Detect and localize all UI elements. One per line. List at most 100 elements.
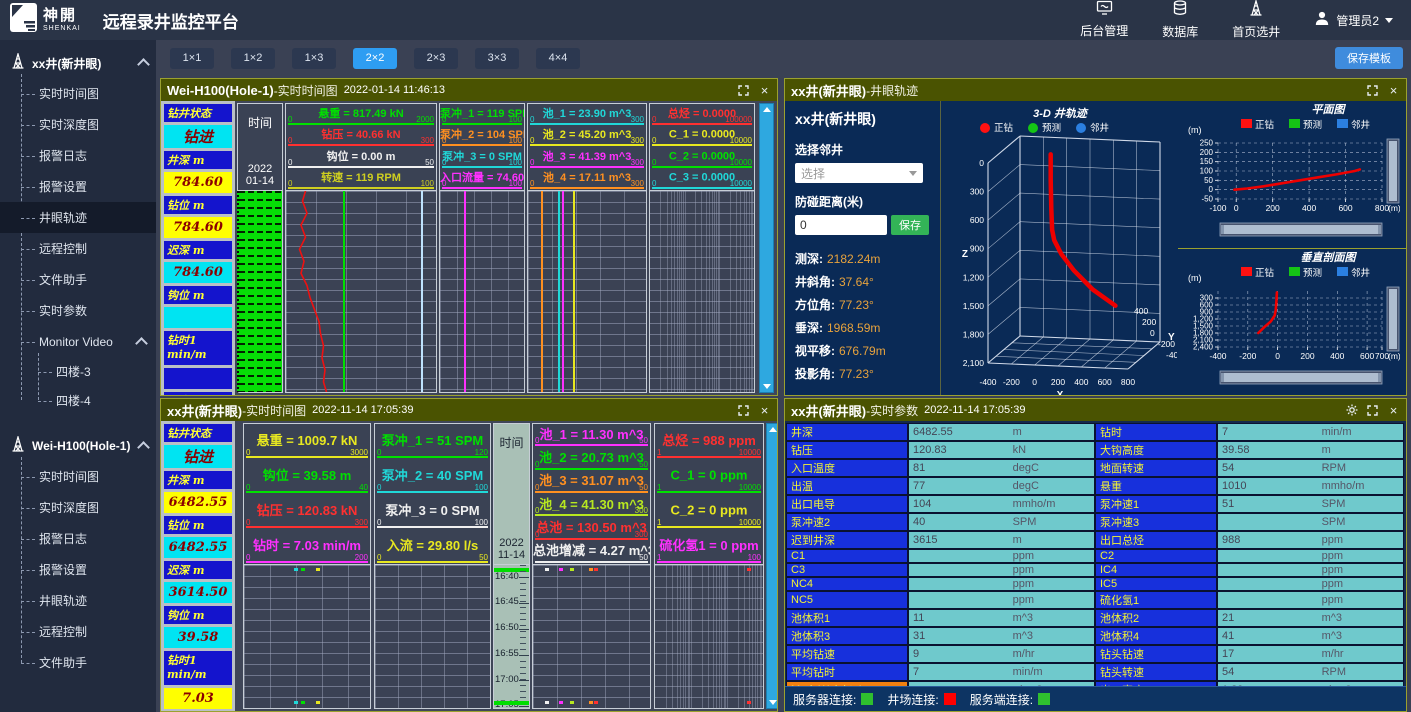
param-value-cell: 988ppm	[1217, 531, 1404, 549]
layout-button-1×2[interactable]: 1×2	[231, 48, 275, 69]
sidebar-item-文件助手[interactable]: 文件助手	[21, 264, 156, 295]
table-row: 入口温度81degC地面转速54RPM	[786, 459, 1405, 477]
stat-value: 37.64°	[839, 275, 874, 289]
collision-distance-input[interactable]	[795, 215, 887, 235]
sidebar-item-报警日志[interactable]: 报警日志	[21, 140, 156, 171]
h-scrollbar[interactable]	[1220, 223, 1382, 236]
close-icon[interactable]: ×	[1387, 404, 1400, 417]
sidebar-item-远程控制[interactable]: 远程控制	[21, 616, 156, 647]
sidebar-item-实时时间图[interactable]: 实时时间图	[21, 78, 156, 109]
sidebar-item-实时深度图[interactable]: 实时深度图	[21, 492, 156, 523]
curve-header: 0钻压 = 40.66 kN300	[286, 126, 436, 148]
track-body	[439, 191, 525, 393]
trajectory-stat: 视平移:676.79m	[795, 339, 932, 362]
chart-scrollbar[interactable]	[759, 103, 774, 393]
sidebar-item-文件助手[interactable]: 文件助手	[21, 647, 156, 678]
layout-button-1×1[interactable]: 1×1	[170, 48, 214, 69]
curve-header: 0入流 = 29.80 l/s50	[375, 529, 490, 564]
expand-icon[interactable]	[1366, 404, 1379, 417]
sidebar-well-root[interactable]: xx井(新井眼)	[0, 48, 156, 78]
curve-header: 0池_2 = 20.73 m^350	[533, 447, 650, 470]
sidebar-item-报警日志[interactable]: 报警日志	[21, 523, 156, 554]
svg-text:(m): (m)	[1388, 351, 1400, 361]
param-value-cell: 9m/hr	[908, 645, 1095, 663]
sidebar-item-实时时间图[interactable]: 实时时间图	[21, 461, 156, 492]
nav-item-label: 首页选井	[1232, 23, 1280, 40]
neighbor-well-select[interactable]: 选择	[795, 163, 923, 183]
expand-icon[interactable]	[737, 84, 750, 97]
svg-text:400: 400	[1302, 203, 1316, 213]
sidebar-item-实时参数[interactable]: 实时参数	[21, 295, 156, 326]
svg-text:邻井: 邻井	[1090, 122, 1109, 134]
param-value-cell: ppm	[908, 563, 1095, 577]
param-name-cell: 钻头钻速	[1095, 645, 1217, 663]
layout-button-4×4[interactable]: 4×4	[536, 48, 580, 69]
expand-icon[interactable]	[737, 404, 750, 417]
expand-icon[interactable]	[1366, 84, 1379, 97]
sidebar-item-实时深度图[interactable]: 实时深度图	[21, 109, 156, 140]
nav-item-database[interactable]: 数据库	[1162, 0, 1198, 40]
param-value-cell: ppm	[1217, 563, 1404, 577]
close-icon[interactable]: ×	[758, 84, 771, 97]
layout-button-1×3[interactable]: 1×3	[292, 48, 336, 69]
panel-title: xx井(新井眼)	[791, 81, 866, 100]
curve-header: 0悬重 = 1009.7 kN3000	[244, 424, 370, 459]
svg-text:-400: -400	[979, 377, 996, 387]
sidebar-item-远程控制[interactable]: 远程控制	[21, 233, 156, 264]
chevron-up-icon[interactable]	[137, 58, 150, 71]
chevron-up-icon[interactable]	[135, 337, 148, 350]
param-label: 钻时1min/m	[164, 651, 232, 685]
close-icon[interactable]: ×	[758, 404, 771, 417]
user-menu[interactable]: 管理员2	[1314, 10, 1393, 31]
sidebar-item-报警设置[interactable]: 报警设置	[21, 171, 156, 202]
h-scrollbar[interactable]	[1220, 371, 1382, 384]
table-row: 池体积331m^3池体积441m^3	[786, 627, 1405, 645]
sidebar: xx井(新井眼)实时时间图实时深度图报警日志报警设置井眼轨迹远程控制文件助手实时…	[0, 40, 156, 712]
vertical-section-chart: 垂直剖面图正钻预测邻井(m)3006009001,2001,5001,8002,…	[1178, 248, 1406, 395]
sidebar-item-井眼轨迹[interactable]: 井眼轨迹	[0, 202, 156, 233]
param-value-cell: ppm	[1217, 577, 1404, 591]
close-icon[interactable]: ×	[1387, 84, 1400, 97]
derrick-icon	[10, 53, 26, 74]
param-value-cell: 81degC	[908, 459, 1095, 477]
svg-text:邻井: 邻井	[1351, 267, 1370, 279]
v-scrollbar[interactable]	[1387, 287, 1399, 351]
svg-text:400: 400	[1134, 306, 1148, 316]
gear-icon[interactable]	[1345, 404, 1358, 417]
table-row: NC4ppmIC5ppm	[786, 577, 1405, 591]
curve-header: 0钻时 = 7.03 min/m200	[244, 529, 370, 564]
save-template-button[interactable]: 保存模板	[1335, 47, 1403, 69]
layout-button-2×3[interactable]: 2×3	[414, 48, 458, 69]
trajectory-stat: 投影角:77.23°	[795, 362, 932, 385]
param-value-cell: ppm	[908, 549, 1095, 563]
remote-logging-platform: 神開 SHENKAI 远程录井监控平台 后台管理数据库首页选井 管理员2 xx井…	[0, 0, 1411, 712]
svg-text:50: 50	[1204, 176, 1213, 185]
chevron-down-icon	[1385, 18, 1393, 23]
param-name-cell: 迟到井深	[786, 531, 908, 549]
chart-tracks-zone: 时间202201-140悬重 = 817.49 kN20000钻压 = 40.6…	[235, 101, 777, 395]
panel-realtime-time-chart-2: xx井(新井眼) -实时时间图 2022-11-14 17:05:39 × 钻井…	[160, 398, 778, 712]
curve-header: 0池_3 = 41.39 m^3300	[528, 147, 646, 169]
database-icon	[1172, 0, 1188, 21]
layout-button-3×3[interactable]: 3×3	[475, 48, 519, 69]
sidebar-item-Monitor Video[interactable]: Monitor Video	[21, 326, 156, 357]
svg-text:200: 200	[1142, 317, 1156, 327]
sidebar-well-root[interactable]: Wei-H100(Hole-1)	[0, 431, 156, 461]
svg-text:100: 100	[1200, 167, 1214, 176]
v-scrollbar[interactable]	[1387, 139, 1399, 203]
sidebar-item-四楼-3[interactable]: 四楼-3	[38, 357, 156, 386]
layout-button-2×2[interactable]: 2×2	[353, 48, 397, 69]
chevron-up-icon[interactable]	[137, 441, 150, 454]
curve-header: 0转速 = 119 RPM100	[286, 169, 436, 191]
svg-text:200: 200	[1051, 377, 1065, 387]
nav-item-admin[interactable]: 后台管理	[1080, 0, 1128, 40]
svg-text:(m): (m)	[1188, 125, 1202, 135]
sidebar-item-报警设置[interactable]: 报警设置	[21, 554, 156, 585]
sidebar-item-井眼轨迹[interactable]: 井眼轨迹	[21, 585, 156, 616]
chart-scrollbar[interactable]	[766, 423, 777, 709]
nav-item-well-select[interactable]: 首页选井	[1232, 0, 1280, 40]
connection-status: 服务器连接:	[793, 691, 873, 708]
sidebar-item-四楼-4[interactable]: 四楼-4	[38, 386, 156, 415]
save-distance-button[interactable]: 保存	[891, 215, 929, 235]
time-column-header: 时间202211-14	[493, 423, 530, 565]
